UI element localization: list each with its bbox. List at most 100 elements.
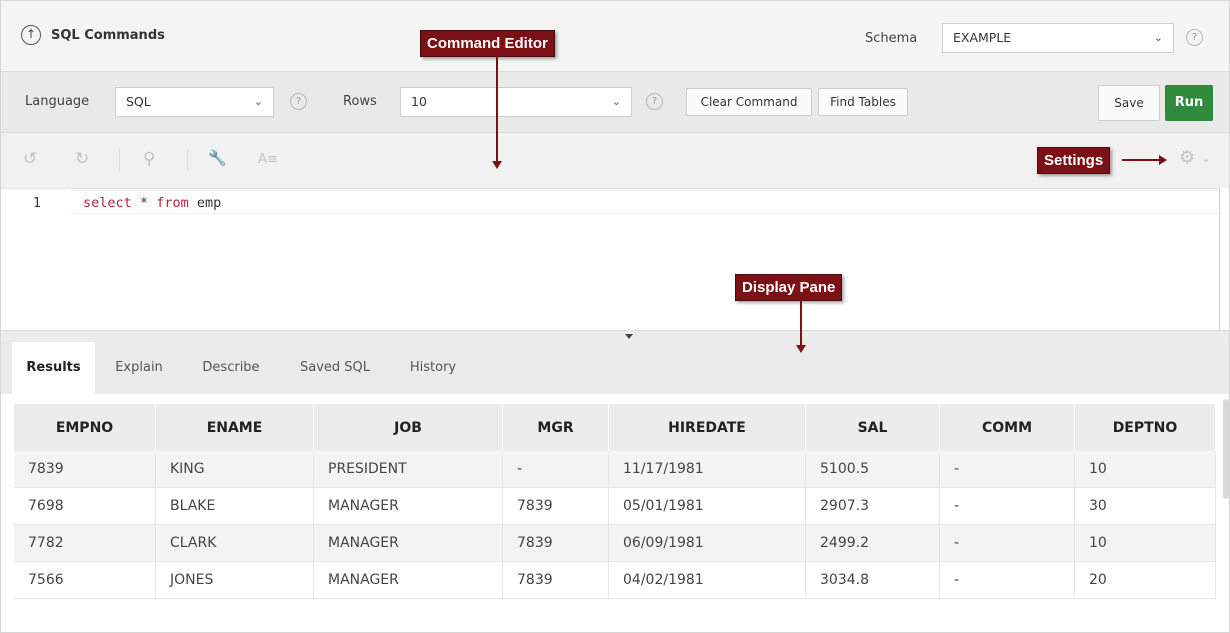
tab-history[interactable]: History [393, 342, 473, 394]
rows-value: 10 [411, 94, 427, 109]
table-cell: 11/17/1981 [608, 451, 806, 488]
callout-command-editor: Command Editor [420, 30, 555, 57]
tab-saved-sql[interactable]: Saved SQL [283, 342, 387, 394]
editor-scrollbar[interactable] [1219, 188, 1229, 330]
table-row: 7839 KING PRESIDENT - 11/17/1981 5100.5 … [14, 451, 1216, 488]
table-cell: - [502, 451, 609, 488]
table-cell: MANAGER [313, 524, 503, 562]
line-number: 1 [33, 196, 41, 211]
page-title: SQL Commands [51, 28, 165, 43]
gear-icon[interactable]: ⚙ [1179, 147, 1195, 168]
table-cell: 7782 [14, 524, 156, 562]
toolbar-divider [119, 149, 120, 171]
table-row: 7566 JONES MANAGER 7839 04/02/1981 3034.… [14, 561, 1216, 599]
table-cell: 05/01/1981 [608, 487, 806, 525]
header-row: EMPNO ENAME JOB MGR HIREDATE SAL COMM DE… [14, 404, 1216, 451]
table-cell: 5100.5 [805, 451, 940, 488]
wrench-icon[interactable]: 🔧 [208, 149, 227, 167]
identifier-token: emp [196, 195, 222, 211]
keyword-token: select [83, 195, 132, 211]
table-row: 7698 BLAKE MANAGER 7839 05/01/1981 2907.… [14, 487, 1216, 525]
results-pane: EMPNO ENAME JOB MGR HIREDATE SAL COMM DE… [1, 394, 1229, 632]
column-header[interactable]: ENAME [155, 404, 314, 451]
command-toolbar: Language SQL ⌄ ? Rows 10 ⌄ ? Clear Comma… [1, 72, 1229, 133]
callout-line [496, 56, 498, 162]
table-cell: 20 [1074, 561, 1216, 599]
table-cell: JONES [155, 561, 314, 599]
column-header[interactable]: SAL [805, 404, 940, 451]
table-cell: - [939, 524, 1075, 562]
rows-help-icon[interactable]: ? [646, 93, 663, 110]
table-cell: CLARK [155, 524, 314, 562]
rows-label: Rows [343, 94, 377, 109]
schema-help-icon[interactable]: ? [1186, 29, 1203, 46]
operator-token: * [139, 195, 149, 211]
table-cell: 10 [1074, 524, 1216, 562]
table-cell: 2907.3 [805, 487, 940, 525]
table-cell: 30 [1074, 487, 1216, 525]
language-value: SQL [126, 94, 151, 109]
arrow-right-icon [1159, 155, 1167, 165]
format-icon[interactable]: A≡ [258, 152, 278, 167]
chevron-down-icon: ⌄ [1153, 31, 1163, 44]
table-row: 7782 CLARK MANAGER 7839 06/09/1981 2499.… [14, 524, 1216, 562]
chevron-down-icon: ⌄ [611, 95, 621, 108]
clear-command-button[interactable]: Clear Command [686, 88, 812, 116]
toolbar-divider [187, 149, 188, 171]
command-editor[interactable]: 1 select * from emp [1, 188, 1219, 331]
save-button[interactable]: Save [1098, 85, 1160, 121]
caret-down-icon[interactable] [625, 334, 633, 339]
callout-settings: Settings [1037, 147, 1111, 174]
language-help-icon[interactable]: ? [290, 93, 307, 110]
table-cell: 7839 [502, 561, 609, 599]
rows-select[interactable]: 10 ⌄ [400, 87, 632, 117]
run-button[interactable]: Run [1165, 85, 1213, 121]
column-header[interactable]: MGR [502, 404, 609, 451]
column-header[interactable]: COMM [939, 404, 1075, 451]
table-cell: KING [155, 451, 314, 488]
schema-select[interactable]: EXAMPLE ⌄ [942, 23, 1174, 53]
table-cell: MANAGER [313, 561, 503, 599]
redo-icon[interactable]: ↻ [75, 149, 89, 169]
arrow-down-icon [492, 161, 502, 169]
table-cell: 7839 [502, 487, 609, 525]
tab-describe[interactable]: Describe [183, 342, 279, 394]
chevron-down-icon[interactable]: ⌄ [1201, 151, 1211, 165]
find-tables-button[interactable]: Find Tables [818, 88, 908, 116]
code-text[interactable]: select * from emp [83, 195, 221, 211]
up-arrow-icon[interactable]: ↑ [21, 25, 41, 45]
table-cell: 7698 [14, 487, 156, 525]
language-select[interactable]: SQL ⌄ [115, 87, 274, 117]
table-cell: - [939, 451, 1075, 488]
column-header[interactable]: DEPTNO [1074, 404, 1216, 451]
active-line [71, 190, 1219, 214]
table-cell: 7839 [14, 451, 156, 488]
table-cell: MANAGER [313, 487, 503, 525]
callout-line [1122, 159, 1160, 161]
sql-commands-window: ↑ SQL Commands Schema EXAMPLE ⌄ ? Langua… [0, 0, 1230, 633]
chevron-down-icon: ⌄ [253, 95, 263, 108]
page-header: ↑ SQL Commands Schema EXAMPLE ⌄ ? [1, 1, 1229, 72]
keyword-token: from [156, 195, 189, 211]
schema-label: Schema [865, 31, 918, 46]
column-header[interactable]: HIREDATE [608, 404, 806, 451]
table-cell: - [939, 487, 1075, 525]
search-icon[interactable]: ⚲ [143, 149, 155, 169]
table-cell: 3034.8 [805, 561, 940, 599]
tab-explain[interactable]: Explain [99, 342, 179, 394]
callout-display-pane: Display Pane [735, 274, 843, 301]
results-table: EMPNO ENAME JOB MGR HIREDATE SAL COMM DE… [14, 404, 1216, 599]
undo-icon[interactable]: ↺ [23, 149, 37, 169]
table-cell: PRESIDENT [313, 451, 503, 488]
language-label: Language [25, 94, 90, 109]
display-pane-tabs: Results Explain Describe Saved SQL Histo… [1, 342, 1229, 394]
callout-line [800, 300, 802, 346]
column-header[interactable]: EMPNO [14, 404, 156, 451]
table-cell: 04/02/1981 [608, 561, 806, 599]
table-cell: 06/09/1981 [608, 524, 806, 562]
results-scrollbar[interactable] [1223, 399, 1229, 499]
table-cell: 7839 [502, 524, 609, 562]
column-header[interactable]: JOB [313, 404, 503, 451]
tab-results[interactable]: Results [12, 342, 95, 394]
table-cell: - [939, 561, 1075, 599]
